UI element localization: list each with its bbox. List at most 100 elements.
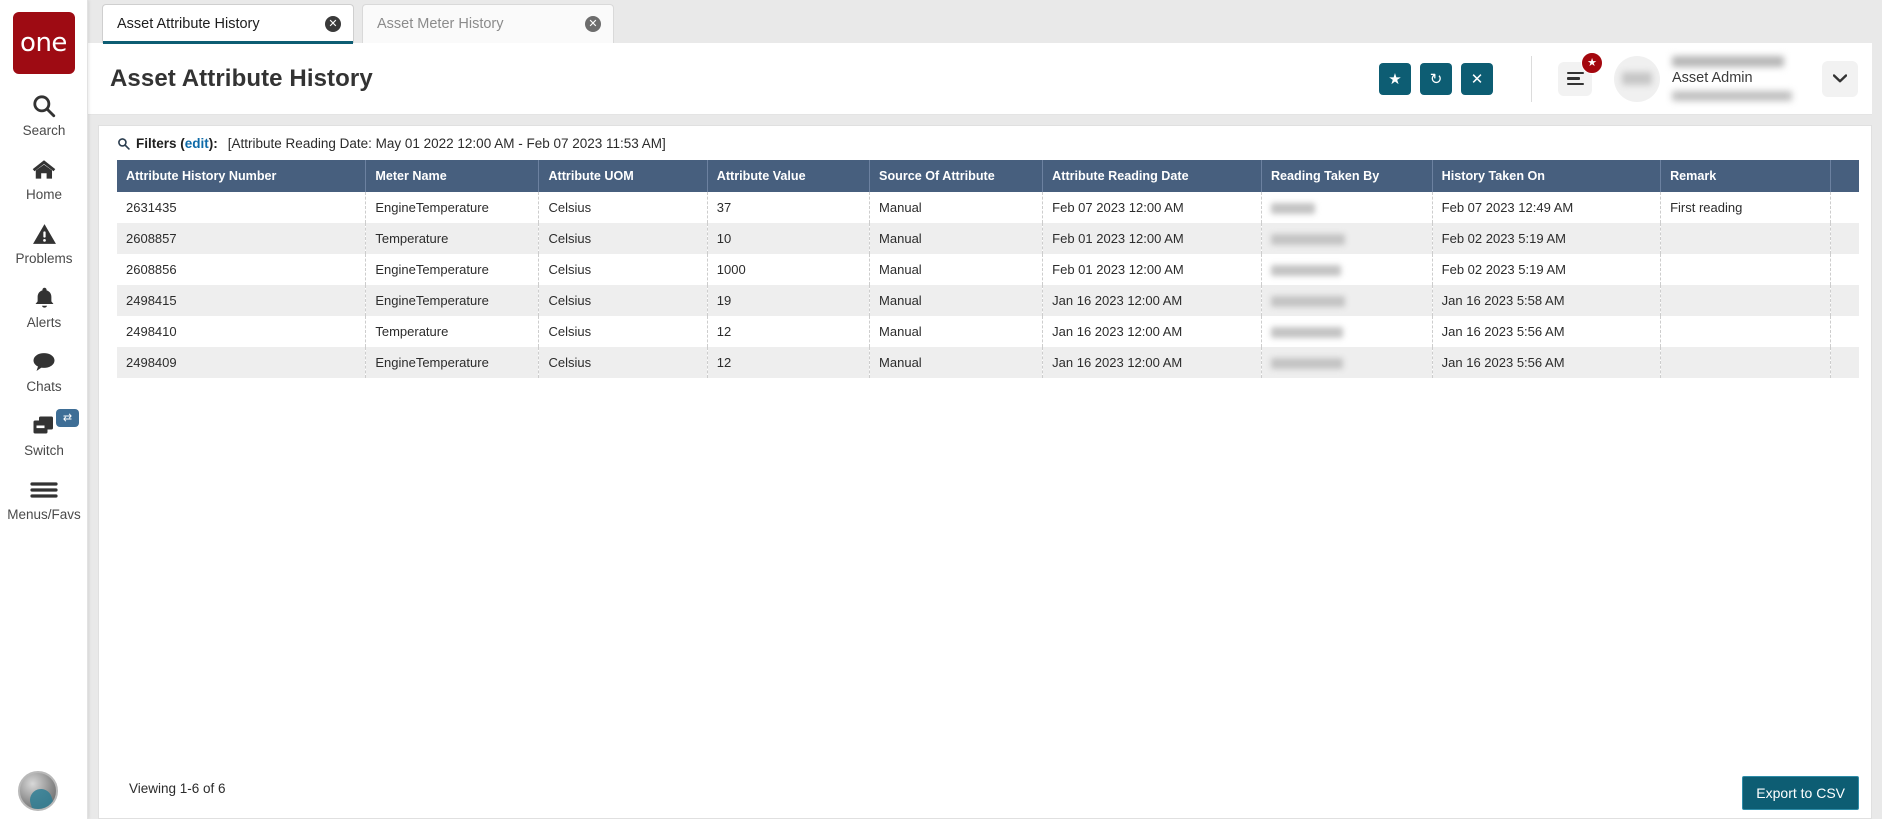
col-reading-taken-by[interactable]: Reading Taken By — [1261, 160, 1432, 192]
avatar-redacted-initials — [1622, 72, 1652, 85]
col-remark[interactable]: Remark — [1661, 160, 1831, 192]
col-attribute-value[interactable]: Attribute Value — [707, 160, 869, 192]
cell-attribute-reading-date: Feb 01 2023 12:00 AM — [1043, 223, 1262, 254]
col-source-of-attribute[interactable]: Source Of Attribute — [870, 160, 1043, 192]
cell-spacer — [1830, 254, 1859, 285]
col-attribute-reading-date[interactable]: Attribute Reading Date — [1043, 160, 1262, 192]
sidebar-item-search[interactable]: Search — [0, 74, 88, 138]
header-divider — [1531, 56, 1532, 102]
cell-attribute-uom: Celsius — [539, 316, 707, 347]
cell-attribute-history-number: 2498409 — [117, 347, 366, 378]
close-button[interactable]: ✕ — [1461, 63, 1493, 95]
user-profile[interactable]: Asset Admin — [1614, 55, 1800, 103]
cell-reading-taken-by — [1261, 285, 1432, 316]
favorites-star-badge-icon: ★ — [1581, 52, 1603, 74]
cell-attribute-history-number: 2608857 — [117, 223, 366, 254]
switch-badge-icon[interactable]: ⇄ — [56, 409, 79, 427]
filters-label-end: ): — [209, 136, 218, 151]
content-panel: Filters (edit): [Attribute Reading Date:… — [98, 125, 1872, 819]
col-attribute-uom[interactable]: Attribute UOM — [539, 160, 707, 192]
sidebar-item-home[interactable]: Home — [0, 138, 88, 202]
redacted-value — [1271, 265, 1341, 276]
favorite-button[interactable]: ★ — [1379, 63, 1411, 95]
close-icon[interactable]: ✕ — [325, 16, 341, 32]
cell-attribute-reading-date: Feb 07 2023 12:00 AM — [1043, 192, 1262, 223]
filters-edit-link[interactable]: edit — [185, 136, 209, 151]
close-icon[interactable]: ✕ — [585, 16, 601, 32]
col-meter-name[interactable]: Meter Name — [366, 160, 539, 192]
table-header-row: Attribute History Number Meter Name Attr… — [117, 160, 1859, 192]
sidebar-label-alerts: Alerts — [27, 315, 62, 330]
cell-attribute-reading-date: Jan 16 2023 12:00 AM — [1043, 347, 1262, 378]
table-row[interactable]: 2608857TemperatureCelsius10ManualFeb 01 … — [117, 223, 1859, 254]
filter-bar: Filters (edit): [Attribute Reading Date:… — [99, 126, 1871, 160]
cell-attribute-reading-date: Jan 16 2023 12:00 AM — [1043, 285, 1262, 316]
cell-reading-taken-by — [1261, 347, 1432, 378]
user-meta: Asset Admin — [1672, 55, 1800, 103]
one-logo[interactable]: one — [13, 12, 75, 74]
col-attribute-history-number[interactable]: Attribute History Number — [117, 160, 366, 192]
sidebar-item-problems[interactable]: Problems — [0, 202, 88, 266]
page-header: Asset Attribute History ★ ↻ ✕ ★ As — [88, 43, 1872, 115]
cell-attribute-value: 1000 — [707, 254, 869, 285]
chat-bubble-icon — [30, 347, 58, 377]
tab-strip: Asset Attribute History ✕ Asset Meter Hi… — [88, 0, 1882, 43]
cell-reading-taken-by — [1261, 223, 1432, 254]
cell-history-taken-on: Feb 02 2023 5:19 AM — [1432, 254, 1660, 285]
cell-meter-name: EngineTemperature — [366, 192, 539, 223]
cell-history-taken-on: Feb 02 2023 5:19 AM — [1432, 223, 1660, 254]
cell-source-of-attribute: Manual — [870, 285, 1043, 316]
cell-attribute-uom: Celsius — [539, 285, 707, 316]
cell-spacer — [1830, 316, 1859, 347]
support-agent-avatar[interactable] — [18, 771, 58, 811]
left-nav-rail: one Search Home — [0, 0, 88, 819]
refresh-button[interactable]: ↻ — [1420, 63, 1452, 95]
sidebar-label-menus-favs: Menus/Favs — [7, 507, 81, 522]
page-title: Asset Attribute History — [110, 65, 1379, 93]
cell-attribute-uom: Celsius — [539, 192, 707, 223]
avatar — [1614, 56, 1660, 102]
user-role: Asset Admin — [1672, 71, 1800, 87]
export-to-csv-button[interactable]: Export to CSV — [1742, 776, 1859, 810]
search-icon — [31, 91, 57, 121]
main-region: Asset Attribute History ✕ Asset Meter Hi… — [88, 0, 1882, 819]
sidebar-label-switch: Switch — [24, 443, 64, 458]
cell-attribute-history-number: 2498415 — [117, 285, 366, 316]
redacted-value — [1271, 327, 1343, 338]
col-spacer — [1830, 160, 1859, 192]
tab-asset-attribute-history[interactable]: Asset Attribute History ✕ — [102, 4, 354, 43]
sidebar-label-home: Home — [26, 187, 62, 202]
sidebar-item-alerts[interactable]: Alerts — [0, 266, 88, 330]
cell-spacer — [1830, 223, 1859, 254]
chevron-down-icon[interactable] — [1822, 61, 1858, 97]
cell-history-taken-on: Feb 07 2023 12:49 AM — [1432, 192, 1660, 223]
table-row[interactable]: 2498409EngineTemperatureCelsius12ManualJ… — [117, 347, 1859, 378]
filters-label: Filters ( — [136, 136, 185, 151]
cell-remark — [1661, 223, 1831, 254]
table-row[interactable]: 2498410TemperatureCelsius12ManualJan 16 … — [117, 316, 1859, 347]
warning-triangle-icon — [31, 219, 58, 249]
tab-asset-meter-history[interactable]: Asset Meter History ✕ — [362, 4, 614, 43]
sidebar-item-menus-favs[interactable]: Menus/Favs — [0, 458, 88, 522]
cell-source-of-attribute: Manual — [870, 254, 1043, 285]
sidebar-item-chats[interactable]: Chats — [0, 330, 88, 394]
cell-reading-taken-by — [1261, 254, 1432, 285]
cell-source-of-attribute: Manual — [870, 316, 1043, 347]
cell-attribute-uom: Celsius — [539, 254, 707, 285]
cell-remark: First reading — [1661, 192, 1831, 223]
cell-attribute-uom: Celsius — [539, 347, 707, 378]
main-menu-button[interactable]: ★ — [1558, 62, 1592, 96]
cell-history-taken-on: Jan 16 2023 5:56 AM — [1432, 347, 1660, 378]
hamburger-icon — [29, 475, 59, 505]
table-row[interactable]: 2498415EngineTemperatureCelsius19ManualJ… — [117, 285, 1859, 316]
cell-history-taken-on: Jan 16 2023 5:56 AM — [1432, 316, 1660, 347]
sidebar-item-switch[interactable]: ⇄ Switch — [0, 394, 88, 458]
table-row[interactable]: 2608856EngineTemperatureCelsius1000Manua… — [117, 254, 1859, 285]
cell-attribute-value: 10 — [707, 223, 869, 254]
cell-source-of-attribute: Manual — [870, 347, 1043, 378]
cell-remark — [1661, 254, 1831, 285]
cell-source-of-attribute: Manual — [870, 192, 1043, 223]
col-history-taken-on[interactable]: History Taken On — [1432, 160, 1660, 192]
table-row[interactable]: 2631435EngineTemperatureCelsius37ManualF… — [117, 192, 1859, 223]
redacted-value — [1271, 203, 1315, 214]
